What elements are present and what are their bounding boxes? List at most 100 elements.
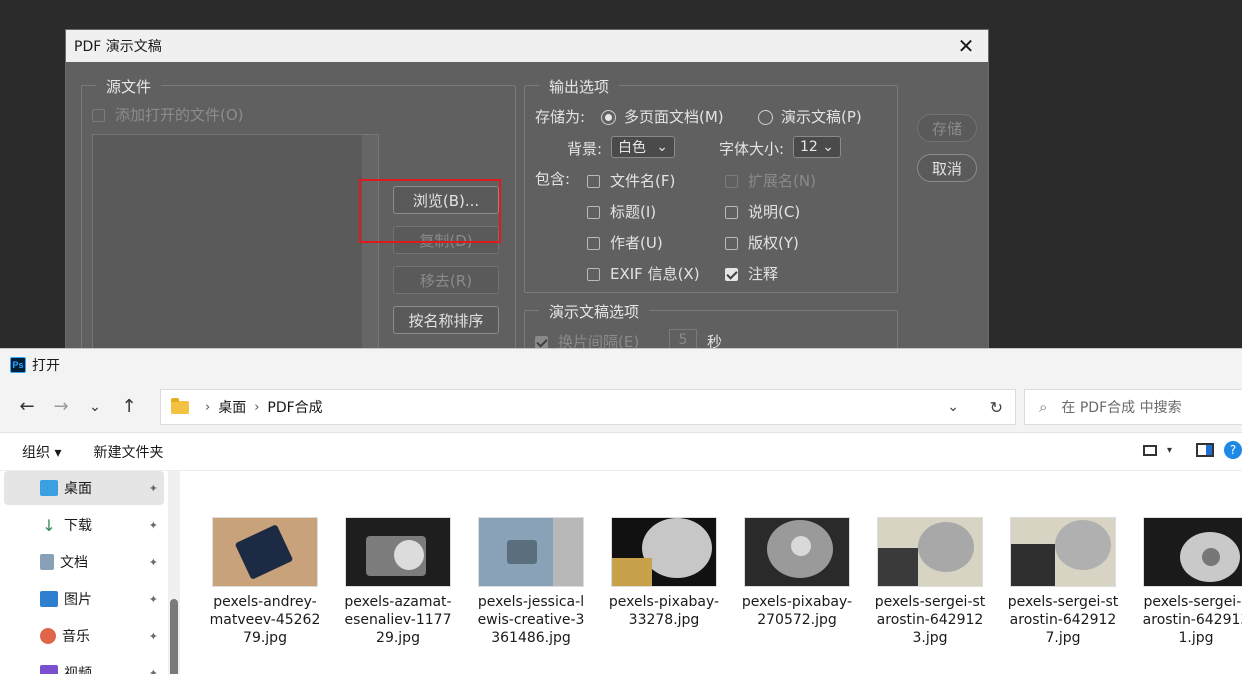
sort-by-name-button[interactable]: 按名称排序 [393, 306, 499, 334]
recent-locations-chevron-icon[interactable]: ⌄ [78, 390, 112, 424]
sidebar-item-desktop[interactable]: 桌面 ✦ [4, 471, 164, 505]
output-options-group: 输出选项 存储为: 多页面文档(M) 演示文稿(P) 背景: 白色 ⌄ 字体大小:… [524, 76, 898, 293]
new-folder-button[interactable]: 新建文件夹 [93, 442, 163, 462]
view-mode-chevron-icon[interactable]: ▾ [1167, 445, 1172, 456]
source-files-legend: 源文件 [96, 76, 162, 97]
file-name-line: pexels-pixabay- [741, 594, 853, 610]
title-checkbox[interactable]: 标题(I) [587, 201, 656, 222]
sidebar-item-videos[interactable]: 视频 ✦ [4, 656, 164, 674]
navigation-pane-scrollbar[interactable] [168, 471, 180, 674]
file-name-line: esenaliev-1177 [344, 612, 452, 628]
chevron-down-icon: ⌄ [822, 139, 834, 155]
videos-icon [40, 665, 58, 674]
search-placeholder: 在 PDF合成 中搜索 [1061, 400, 1182, 416]
file-item[interactable]: pexels-sergei-s arostin-642913 1.jpg [1133, 517, 1242, 647]
file-name-line: pexels-jessica-l [477, 594, 585, 610]
file-name-line: 270572.jpg [757, 612, 837, 628]
up-arrow-icon[interactable]: ↑ [112, 390, 146, 424]
file-item[interactable]: pexels-andrey- matveev-45262 79.jpg [202, 517, 328, 647]
save-button[interactable]: 存储 [917, 114, 977, 142]
font-size-label: 字体大小: [719, 140, 785, 158]
back-arrow-icon[interactable]: ← [10, 390, 44, 424]
help-icon[interactable]: ? [1224, 441, 1242, 459]
pin-icon[interactable]: ✦ [149, 593, 158, 606]
font-size-select[interactable]: 12 ⌄ [793, 136, 841, 158]
address-bar[interactable]: › 桌面 › PDF合成 ⌄ ↻ [160, 389, 1016, 425]
sidebar-item-downloads[interactable]: ↓ 下载 ✦ [4, 508, 164, 542]
breadcrumb-desktop[interactable]: 桌面 [218, 397, 246, 417]
add-open-files-checkbox[interactable]: 添加打开的文件(O) [92, 104, 244, 125]
address-history-chevron-icon[interactable]: ⌄ [947, 399, 959, 415]
checkbox-box [92, 109, 105, 122]
notes-checkbox[interactable]: 注释 [725, 263, 778, 284]
copyright-checkbox[interactable]: 版权(Y) [725, 232, 799, 253]
exif-checkbox[interactable]: EXIF 信息(X) [587, 263, 700, 284]
chevron-down-icon: ⌄ [656, 139, 668, 155]
file-thumbnail [877, 517, 983, 587]
sidebar-item-label: 文档 [60, 555, 88, 571]
file-item[interactable]: pexels-pixabay- 33278.jpg [601, 517, 727, 629]
radio-dot [758, 110, 773, 125]
pin-icon[interactable]: ✦ [149, 630, 158, 643]
forward-arrow-icon[interactable]: → [44, 390, 78, 424]
breadcrumb-pdf-folder[interactable]: PDF合成 [267, 397, 322, 417]
sidebar-item-documents[interactable]: 文档 ✦ [4, 545, 164, 579]
checkbox-box [587, 237, 600, 250]
checkbox-box [725, 175, 738, 188]
presentation-options-legend: 演示文稿选项 [539, 301, 650, 322]
sidebar-item-label: 下载 [64, 518, 92, 534]
view-mode-icon[interactable] [1142, 444, 1157, 456]
author-label: 作者(U) [610, 234, 663, 252]
file-item[interactable]: pexels-azamat- esenaliev-1177 29.jpg [335, 517, 461, 647]
sidebar-item-music[interactable]: 音乐 ✦ [4, 619, 164, 653]
cancel-button[interactable]: 取消 [917, 154, 977, 182]
search-box[interactable]: ⌕ 在 PDF合成 中搜索 [1024, 389, 1242, 425]
open-dialog-title: 打开 [32, 358, 60, 374]
browse-highlight-box [359, 179, 501, 243]
description-checkbox[interactable]: 说明(C) [725, 201, 800, 222]
remove-button[interactable]: 移去(R) [393, 266, 499, 294]
pdf-presentation-dialog: PDF 演示文稿 ✕ 源文件 添加打开的文件(O) 浏览(B)... 复制(D)… [65, 29, 989, 410]
pin-icon[interactable]: ✦ [149, 482, 158, 495]
sidebar-item-label: 音乐 [62, 629, 90, 645]
pin-icon[interactable]: ✦ [149, 556, 158, 569]
file-thumbnail [611, 517, 717, 587]
file-name-line: 7.jpg [1045, 630, 1081, 646]
preview-pane-icon[interactable] [1196, 443, 1214, 457]
file-name-line: 3.jpg [912, 630, 948, 646]
multi-page-radio[interactable]: 多页面文档(M) [601, 106, 724, 127]
extension-label: 扩展名(N) [748, 172, 816, 190]
pictures-icon [40, 591, 58, 607]
notes-label: 注释 [748, 265, 779, 283]
author-checkbox[interactable]: 作者(U) [587, 232, 663, 253]
filename-label: 文件名(F) [610, 172, 676, 190]
multi-page-label: 多页面文档(M) [624, 108, 724, 126]
presentation-radio[interactable]: 演示文稿(P) [758, 106, 862, 127]
file-item[interactable]: pexels-pixabay- 270572.jpg [734, 517, 860, 629]
file-name-line: 29.jpg [376, 630, 420, 646]
output-options-legend: 输出选项 [539, 76, 620, 97]
file-item[interactable]: pexels-jessica-l ewis-creative-3 361486.… [468, 517, 594, 647]
include-label: 包含: [535, 170, 571, 188]
background-select[interactable]: 白色 ⌄ [611, 136, 675, 158]
close-icon[interactable]: ✕ [954, 34, 978, 58]
sidebar-item-pictures[interactable]: 图片 ✦ [4, 582, 164, 616]
file-name-line: arostin-642912 [876, 612, 984, 628]
file-item[interactable]: pexels-sergei-st arostin-642912 3.jpg [867, 517, 993, 647]
add-open-files-label: 添加打开的文件(O) [115, 106, 244, 124]
filename-checkbox[interactable]: 文件名(F) [587, 170, 675, 191]
file-name-line: 79.jpg [243, 630, 287, 646]
file-name-line: 1.jpg [1178, 630, 1214, 646]
extension-checkbox[interactable]: 扩展名(N) [725, 170, 816, 191]
checkbox-box [725, 206, 738, 219]
organize-menu[interactable]: 组织 ▾ [22, 442, 61, 462]
presentation-label: 演示文稿(P) [781, 108, 862, 126]
file-item[interactable]: pexels-sergei-st arostin-642912 7.jpg [1000, 517, 1126, 647]
pin-icon[interactable]: ✦ [149, 667, 158, 674]
pin-icon[interactable]: ✦ [149, 519, 158, 532]
refresh-icon[interactable]: ↻ [990, 398, 1003, 417]
scrollbar-thumb[interactable] [170, 599, 178, 674]
file-thumbnail [212, 517, 318, 587]
file-name-line: pexels-sergei-st [1007, 594, 1119, 610]
background-value: 白色 [618, 140, 646, 156]
